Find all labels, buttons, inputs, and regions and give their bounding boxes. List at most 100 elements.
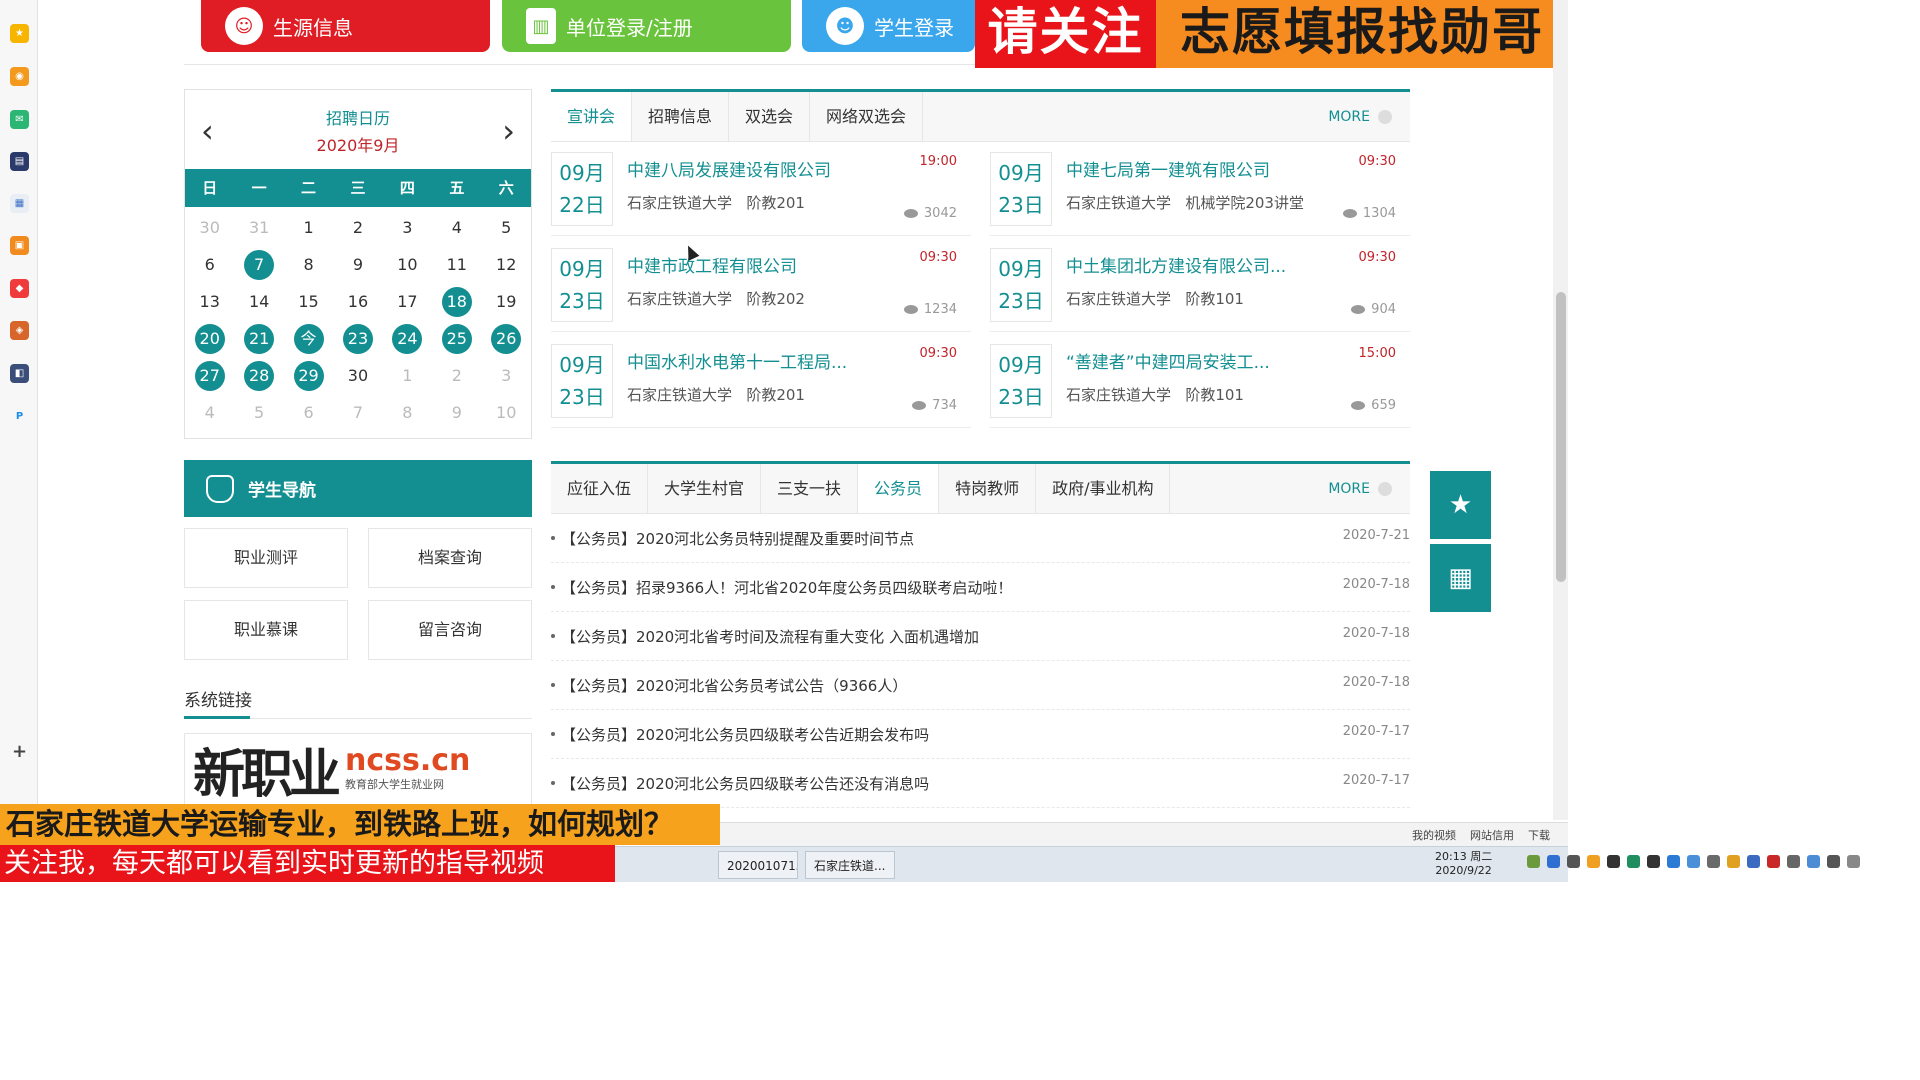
qrcode-button[interactable]: ▦ [1430, 544, 1491, 612]
tab-fair[interactable]: 双选会 [729, 92, 811, 141]
calendar-day[interactable]: 27 [185, 360, 234, 391]
event-item[interactable]: 09月 23日 中建七局第一建筑有限公司 09:30 石家庄铁道大学 机械学院203讲堂… [990, 150, 1410, 236]
archive-query-button[interactable]: 档案查询 [368, 528, 532, 588]
clock[interactable]: 20:13 周二 2020/9/22 [1435, 850, 1492, 878]
tray-icon[interactable] [1787, 855, 1800, 868]
career-test-button[interactable]: 职业测评 [184, 528, 348, 588]
calendar-day[interactable]: 24 [383, 323, 432, 354]
news-title[interactable]: 【公务员】2020河北省考时间及流程有重大变化 入面机遇增加 [561, 626, 979, 647]
tray-icon[interactable] [1667, 855, 1680, 868]
calendar-day[interactable]: 4 [432, 213, 481, 243]
calendar-day[interactable]: 17 [383, 287, 432, 317]
calendar-day[interactable]: 2 [432, 361, 481, 391]
tray-icon[interactable] [1567, 855, 1580, 868]
download-link[interactable]: 下载 [1528, 827, 1550, 843]
calendar-day[interactable]: 9 [333, 250, 382, 280]
shop-icon[interactable]: ◆ [10, 279, 29, 298]
news-item[interactable]: 【公务员】2020河北公务员四级联考公告还没有消息吗 2020-7-17 [551, 759, 1410, 808]
calendar-day[interactable]: 3 [482, 361, 531, 391]
calendar-day[interactable]: 7 [333, 398, 382, 428]
calendar-day[interactable]: 30 [333, 361, 382, 391]
tab-special-teacher[interactable]: 特岗教师 [939, 464, 1037, 513]
game2-icon[interactable]: ◧ [10, 364, 29, 383]
add-icon[interactable]: + [10, 742, 29, 761]
tray-icon[interactable] [1547, 855, 1560, 868]
calendar-day[interactable]: 12 [482, 250, 531, 280]
message-consult-button[interactable]: 留言咨询 [368, 600, 532, 660]
calendar-day[interactable]: 14 [234, 287, 283, 317]
calendar-day[interactable]: 25 [432, 323, 481, 354]
calendar-day[interactable]: 18 [432, 286, 481, 317]
calendar-day[interactable]: 19 [482, 287, 531, 317]
event-item[interactable]: 09月 23日 “善建者”中建四局安装工... 15:00 石家庄铁道大学 阶教101 6… [990, 342, 1410, 428]
news-title[interactable]: 【公务员】2020河北公务员四级联考公告近期会发布吗 [561, 724, 929, 745]
news-title[interactable]: 【公务员】2020河北省公务员考试公告（9366人） [561, 675, 907, 696]
student-login-button[interactable]: ☻ 学生登录 [802, 0, 975, 52]
calendar-day[interactable]: 6 [284, 398, 333, 428]
taskbar-item[interactable]: 2020010715... [718, 851, 798, 879]
tray-icon[interactable] [1627, 855, 1640, 868]
news-item[interactable]: 【公务员】2020河北公务员特别提醒及重要时间节点 2020-7-21 [551, 514, 1410, 563]
calendar-day[interactable]: 15 [284, 287, 333, 317]
news-title[interactable]: 【公务员】招录9366人！河北省2020年度公务员四级联考启动啦！ [561, 577, 1012, 598]
tray-icon[interactable] [1587, 855, 1600, 868]
tab-village-official[interactable]: 大学生村官 [648, 464, 762, 513]
event-item[interactable]: 09月 23日 中建市政工程有限公司 09:30 石家庄铁道大学 阶教202 1234 [551, 246, 971, 332]
calendar-day[interactable]: 20 [185, 323, 234, 354]
site-credit-link[interactable]: 网站信用 [1470, 827, 1514, 843]
weibo-icon[interactable]: ◉ [10, 67, 29, 86]
tab-online-fair[interactable]: 网络双选会 [810, 92, 924, 141]
calendar-day[interactable]: 5 [234, 398, 283, 428]
news-item[interactable]: 【公务员】2020河北省考时间及流程有重大变化 入面机遇增加 2020-7-18 [551, 612, 1410, 661]
event-item[interactable]: 09月 23日 中土集团北方建设有限公司... 09:30 石家庄铁道大学 阶教101 9… [990, 246, 1410, 332]
event-title[interactable]: 中建市政工程有限公司 [627, 252, 797, 277]
tray-icon[interactable] [1647, 855, 1660, 868]
calendar-day[interactable]: 31 [234, 213, 283, 243]
calendar-day[interactable]: 6 [185, 250, 234, 280]
event-item[interactable]: 09月 22日 中建八局发展建设有限公司 19:00 石家庄铁道大学 阶教201 3042 [551, 150, 971, 236]
calendar-day[interactable]: 10 [482, 398, 531, 428]
news-item[interactable]: 【公务员】招录9366人！河北省2020年度公务员四级联考启动啦！ 2020-7-… [551, 563, 1410, 612]
calendar-day[interactable]: 11 [432, 250, 481, 280]
calendar-day[interactable]: 7 [234, 249, 283, 280]
taskbar-item[interactable]: 石家庄铁道... [805, 851, 895, 879]
calendar-day[interactable]: 23 [333, 323, 382, 354]
source-info-button[interactable]: ☺ 生源信息 [201, 0, 490, 52]
tray-icon[interactable] [1607, 855, 1620, 868]
scrollbar-thumb[interactable] [1556, 292, 1566, 582]
tab-government[interactable]: 政府/事业机构 [1036, 464, 1171, 513]
calendar-day[interactable]: 8 [284, 250, 333, 280]
calendar-day[interactable]: 21 [234, 323, 283, 354]
news-title[interactable]: 【公务员】2020河北公务员特别提醒及重要时间节点 [561, 528, 914, 549]
tray-icon[interactable] [1527, 855, 1540, 868]
favorite-button[interactable]: ★ [1430, 471, 1491, 539]
calendar-day[interactable]: 9 [432, 398, 481, 428]
event-title[interactable]: “善建者”中建四局安装工... [1066, 348, 1270, 373]
calendar-day[interactable]: 4 [185, 398, 234, 428]
my-video-link[interactable]: 我的视频 [1412, 827, 1456, 843]
tray-icon[interactable] [1767, 855, 1780, 868]
novel-icon[interactable]: ▣ [10, 236, 29, 255]
calendar-day[interactable]: 2 [333, 213, 382, 243]
tray-icon[interactable] [1707, 855, 1720, 868]
career-mooc-button[interactable]: 职业慕课 [184, 600, 348, 660]
news-icon[interactable]: ▤ [10, 152, 29, 171]
tab-seminar[interactable]: 宣讲会 [551, 92, 633, 141]
calendar-day[interactable]: 10 [383, 250, 432, 280]
calendar-day[interactable]: 13 [185, 287, 234, 317]
event-item[interactable]: 09月 23日 中国水利水电第十一工程局... 09:30 石家庄铁道大学 阶教201 7… [551, 342, 971, 428]
tab-three-supports[interactable]: 三支一扶 [761, 464, 859, 513]
tray-icon[interactable] [1827, 855, 1840, 868]
news-title[interactable]: 【公务员】2020河北公务员四级联考公告还没有消息吗 [561, 773, 929, 794]
game-icon[interactable]: ◈ [10, 321, 29, 340]
news-more-link[interactable]: MORE [1328, 464, 1392, 513]
calendar-day[interactable]: 1 [284, 213, 333, 243]
calendar-day[interactable]: 16 [333, 287, 382, 317]
event-title[interactable]: 中建八局发展建设有限公司 [627, 156, 831, 181]
tray-icon[interactable] [1747, 855, 1760, 868]
p-app-icon[interactable]: P [10, 407, 29, 426]
employer-login-button[interactable]: ▥ 单位登录/注册 [502, 0, 791, 52]
tray-icon[interactable] [1727, 855, 1740, 868]
calendar-day[interactable]: 5 [482, 213, 531, 243]
calendar-day[interactable]: 30 [185, 213, 234, 243]
